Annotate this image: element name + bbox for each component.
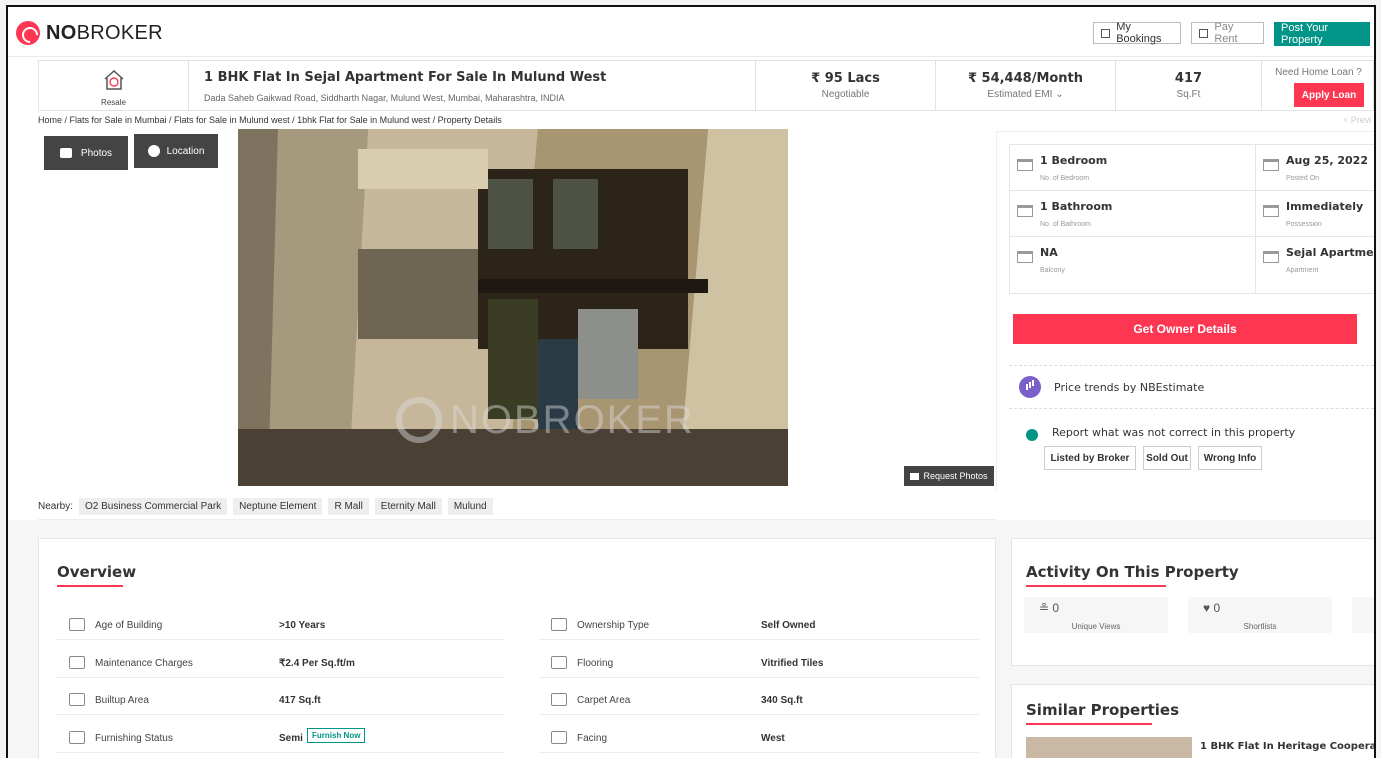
page-frame: NOBROKER My Bookings Pay Rent Post Your …	[6, 5, 1376, 758]
report-section: Report what was not correct in this prop…	[1009, 414, 1374, 474]
photos-button[interactable]: Photos	[44, 136, 128, 170]
right-panel: 1 Bedroom No. of Bedroom Aug 25, 2022 Po…	[996, 131, 1374, 491]
area-unit: Sq.Ft	[1176, 89, 1201, 100]
request-photos-button[interactable]: Request Photos	[904, 466, 994, 486]
spec-possession: Immediately Possession	[1256, 191, 1374, 237]
emi-column[interactable]: ₹ 54,448/Month Estimated EMI ⌄	[935, 61, 1115, 110]
wrong-info-button[interactable]: Wrong Info	[1198, 446, 1262, 470]
spec-bedroom: 1 Bedroom No. of Bedroom	[1010, 145, 1256, 191]
contacts-stat	[1352, 597, 1374, 633]
sold-out-button[interactable]: Sold Out	[1143, 446, 1191, 470]
key-icon	[1263, 205, 1279, 217]
flooring-icon	[551, 656, 567, 669]
breadcrumb[interactable]: Home / Flats for Sale in Mumbai / Flats …	[38, 115, 502, 125]
nearby-chip[interactable]: Mulund	[447, 498, 493, 515]
bookings-icon	[1101, 28, 1111, 38]
previous-link[interactable]: < Previ	[1343, 115, 1371, 125]
compass-icon	[551, 731, 567, 744]
nobroker-logo[interactable]: NOBROKER	[16, 21, 163, 45]
area-value: 417	[1174, 71, 1203, 86]
my-bookings-button[interactable]: My Bookings	[1093, 21, 1181, 45]
logo-text: NOBROKER	[46, 21, 163, 44]
calendar-icon	[1263, 159, 1279, 171]
overview-row: Carpet Area 340 Sq.ft	[539, 685, 979, 715]
spec-balcony: NA Balcony	[1010, 237, 1256, 293]
sofa-icon	[69, 731, 85, 744]
overview-row: Furnishing Status Semi Furnish Now	[57, 723, 503, 753]
maintenance-icon	[69, 656, 85, 669]
compass-icon	[147, 145, 160, 157]
nearby-chip[interactable]: O2 Business Commercial Park	[79, 498, 228, 515]
property-photo[interactable]: NOBROKER	[238, 129, 788, 486]
similar-properties-card: Similar Properties 1 BHK Flat In Heritag…	[1011, 684, 1374, 758]
home-loan-column: Need Home Loan ? Apply Loan	[1261, 61, 1374, 110]
property-title: 1 BHK Flat In Sejal Apartment For Sale I…	[204, 70, 607, 85]
activity-title: Activity On This Property	[1026, 563, 1239, 581]
resale-house-icon	[104, 69, 124, 90]
shortlists-stat: ♥ 0 Shortlists	[1188, 597, 1332, 633]
building-icon	[1263, 251, 1279, 263]
listed-by-broker-button[interactable]: Listed by Broker	[1044, 446, 1136, 470]
similar-property-name[interactable]: 1 BHK Flat In Heritage Cooperative H	[1200, 741, 1374, 752]
balcony-icon	[1017, 251, 1033, 263]
overview-row: Builtup Area 417 Sq.ft	[57, 685, 503, 715]
overview-row: Maintenance Charges ₹2.4 Per Sq.ft/m	[57, 648, 503, 678]
card-icon	[1199, 28, 1209, 38]
area-column: 417 Sq.Ft	[1115, 61, 1261, 110]
nearby-chip[interactable]: Neptune Element	[233, 498, 323, 515]
bed-icon	[1017, 159, 1033, 171]
property-address: Dada Saheb Gaikwad Road, Siddharth Nagar…	[204, 93, 565, 103]
home-loan-question: Need Home Loan ?	[1275, 67, 1362, 78]
bathtub-icon	[1017, 205, 1033, 217]
image-icon	[910, 472, 920, 480]
price-negotiable: Negotiable	[821, 89, 870, 100]
nobroker-watermark: NOBROKER	[396, 397, 695, 443]
similar-underline	[1026, 723, 1152, 725]
price-value: ₹ 95 Lacs	[811, 71, 880, 86]
overview-row: Flooring Vitrified Tiles	[539, 648, 979, 678]
similar-title: Similar Properties	[1026, 701, 1180, 719]
apply-loan-button[interactable]: Apply Loan	[1294, 83, 1364, 107]
price-column: ₹ 95 Lacs Negotiable	[755, 61, 935, 110]
builtup-area-icon	[69, 693, 85, 706]
emi-dropdown[interactable]: Estimated EMI ⌄	[936, 89, 1115, 100]
camera-icon	[59, 148, 72, 158]
furnish-now-button[interactable]: Furnish Now	[307, 728, 366, 743]
get-owner-details-button[interactable]: Get Owner Details	[1013, 314, 1357, 344]
spec-grid: 1 Bedroom No. of Bedroom Aug 25, 2022 Po…	[1009, 144, 1374, 294]
activity-card: Activity On This Property ≗ 0 Unique Vie…	[1011, 538, 1374, 666]
carpet-area-icon	[551, 693, 567, 706]
pay-rent-button[interactable]: Pay Rent	[1191, 21, 1264, 45]
overview-card: Overview Age of Building >10 Years Maint…	[38, 538, 996, 758]
nearby-chip[interactable]: R Mall	[328, 498, 369, 515]
similar-property-thumbnail[interactable]	[1026, 737, 1192, 758]
overview-title: Overview	[57, 563, 137, 581]
post-property-button[interactable]: Post Your Property	[1274, 22, 1370, 46]
unique-views-stat: ≗ 0 Unique Views	[1024, 597, 1168, 633]
overview-underline	[57, 585, 123, 587]
alert-icon	[1026, 429, 1038, 441]
nearby-chip[interactable]: Eternity Mall	[374, 498, 442, 515]
chart-icon	[1019, 376, 1041, 398]
photo-gallery: NOBROKER Photos Location Request Photos	[38, 129, 996, 492]
top-header: NOBROKER My Bookings Pay Rent Post Your …	[8, 7, 1374, 57]
overview-row: Facing West	[539, 723, 979, 753]
location-button[interactable]: Location	[134, 134, 218, 168]
owner-icon	[551, 618, 567, 631]
price-trends-link[interactable]: Price trends by NBEstimate	[1009, 365, 1374, 409]
overview-row: Age of Building >10 Years	[57, 610, 503, 640]
emi-value: ₹ 54,448/Month	[967, 71, 1084, 86]
property-summary-bar: Resale 1 BHK Flat In Sejal Apartment For…	[38, 60, 1374, 111]
nearby-places: Nearby: O2 Business Commercial Park Nept…	[38, 494, 996, 520]
spec-apartment: Sejal Apartment Apartment	[1256, 237, 1374, 293]
activity-underline	[1026, 585, 1166, 587]
lower-section: Overview Age of Building >10 Years Maint…	[8, 520, 1374, 758]
spec-posted-on: Aug 25, 2022 Posted On	[1256, 145, 1374, 191]
overview-row: Ownership Type Self Owned	[539, 610, 979, 640]
resale-badge: Resale	[39, 61, 189, 110]
building-age-icon	[69, 618, 85, 631]
logo-icon	[16, 21, 40, 45]
spec-bathroom: 1 Bathroom No. of Bathroom	[1010, 191, 1256, 237]
